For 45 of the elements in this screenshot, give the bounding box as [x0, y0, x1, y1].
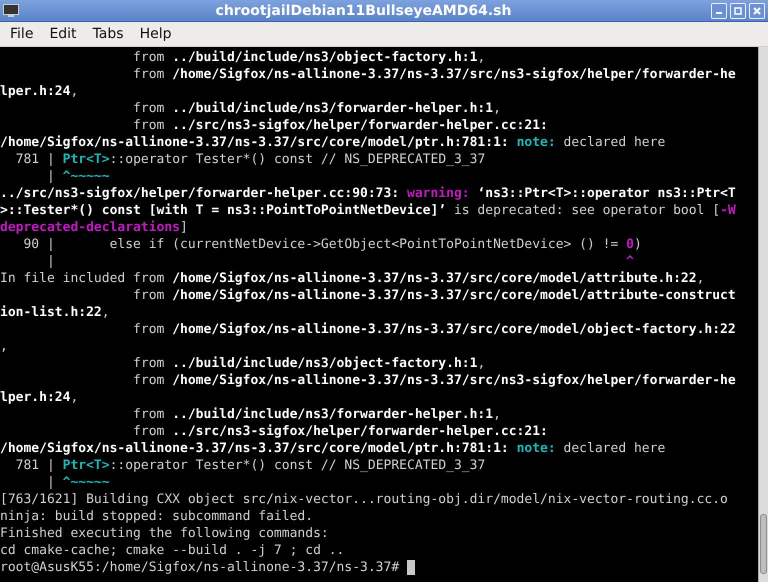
terminal-line: /home/Sigfox/ns-allinone-3.37/ns-3.37/src/core/model/ptr.h:781:1: note: declared here: [0, 440, 666, 457]
maximize-button[interactable]: [730, 2, 746, 18]
text-cursor: [407, 560, 415, 575]
terminal-line: /home/Sigfox/ns-allinone-3.37/ns-3.37/src/core/model/ptr.h:781:1: note: declared here: [0, 134, 666, 151]
terminal-line: deprecated-declarations]: [0, 219, 188, 236]
terminal-line: In file included from /home/Sigfox/ns-allinone-3.37/ns-3.37/src/core/model/attribute.h:22,: [0, 270, 704, 287]
terminal-line: from ../build/include/ns3/forwarder-helper.h:1,: [132, 406, 501, 423]
terminal-icon: [3, 4, 19, 18]
menu-item[interactable]: Edit: [41, 24, 85, 44]
minimize-icon: [716, 12, 722, 14]
terminal-line: lper.h:24,: [0, 389, 78, 406]
close-icon: [753, 6, 761, 14]
terminal-line: from /home/Sigfox/ns-allinone-3.37/ns-3.37/src/core/model/object-factory.h:22: [132, 321, 736, 338]
terminal-line: [763/1621] Building CXX object src/nix-vector...routing-obj.dir/model/nix-vector-routing.cc.o: [0, 491, 728, 508]
terminal-line: Finished executing the following commands:: [0, 525, 329, 542]
maximize-icon: [734, 6, 742, 14]
terminal-line: 781 | Ptr<T>::operator Tester*() const // NS_DEPRECATED_3_37: [14, 151, 486, 168]
window-title: chrootjailDebian11BullseyeAMD64.sh: [214, 2, 512, 18]
terminal-line: cd cmake-cache; cmake --build . -j 7 ; cd ..: [0, 542, 344, 559]
terminal-line: 90 | else if (currentNetDevice->GetObject<PointToPointNetDevice> () != 0): [22, 236, 642, 253]
terminal-line: from ../src/ns3-sigfox/helper/forwarder-helper.cc:21:: [132, 117, 548, 134]
terminal-line: ../src/ns3-sigfox/helper/forwarder-helper.cc:90:73: warning: ‘ns3::Ptr<T>::operator ns3::Ptr<T: [0, 185, 736, 202]
terminal-line: from ../build/include/ns3/object-factory.h:1,: [132, 355, 486, 372]
terminal-line: from ../src/ns3-sigfox/helper/forwarder-helper.cc:21:: [132, 423, 548, 440]
terminal-line: from ../build/include/ns3/object-factory.h:1,: [132, 49, 486, 66]
minimize-button[interactable]: [711, 2, 727, 18]
menu-item[interactable]: File: [2, 24, 42, 44]
terminal-line: ,: [0, 338, 8, 355]
close-button[interactable]: [749, 2, 765, 18]
terminal-line: 781 | Ptr<T>::operator Tester*() const // NS_DEPRECATED_3_37: [14, 457, 486, 474]
shell-prompt: root@AsusK55:/home/Sigfox/ns-allinone-3.37/ns-3.37#: [0, 559, 400, 576]
terminal-line: from /home/Sigfox/ns-allinone-3.37/ns-3.37/src/ns3-sigfox/helper/forwarder-he: [132, 66, 736, 83]
menu-item[interactable]: Help: [132, 24, 180, 44]
terminal-line: ion-list.h:22,: [0, 304, 110, 321]
terminal-line: from ../build/include/ns3/forwarder-helper.h:1,: [132, 100, 501, 117]
terminal-line: lper.h:24,: [0, 83, 78, 100]
terminal-line: | ^: [46, 253, 634, 270]
scrollbar[interactable]: [758, 47, 768, 582]
terminal-line: >::Tester*() const [with T = ns3::PointToPointNetDevice]’ is deprecated: see operator bool [-W: [0, 202, 736, 219]
terminal-line: | ^~~~~~: [46, 168, 110, 185]
terminal-line: from /home/Sigfox/ns-allinone-3.37/ns-3.37/src/ns3-sigfox/helper/forwarder-he: [132, 372, 736, 389]
terminal-line: ninja: build stopped: subcommand failed.: [0, 508, 314, 525]
terminal-line: from /home/Sigfox/ns-allinone-3.37/ns-3.37/src/core/model/attribute-construct: [132, 287, 736, 304]
menu-item[interactable]: Tabs: [84, 24, 132, 44]
terminal-line: | ^~~~~~: [46, 474, 110, 491]
